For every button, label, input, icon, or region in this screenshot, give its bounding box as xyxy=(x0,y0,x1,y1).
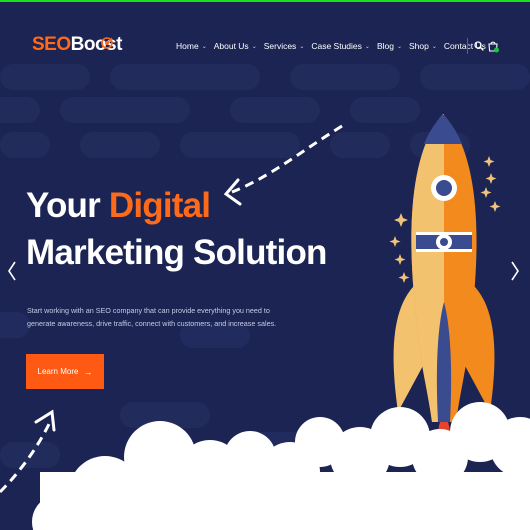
chevron-down-icon: ⌄ xyxy=(251,43,257,50)
chevron-down-icon: ⌄ xyxy=(431,43,437,50)
search-icon[interactable] xyxy=(474,41,484,51)
hero-title-word: Your xyxy=(26,186,101,225)
chevron-down-icon: ⌄ xyxy=(364,43,370,50)
chevron-down-icon: ⌄ xyxy=(396,43,402,50)
cloud-illustration xyxy=(32,402,530,530)
chevron-right-icon[interactable] xyxy=(509,260,521,282)
hero-title-accent: Digital xyxy=(108,186,211,225)
nav-item-about-us[interactable]: About Us ⌄ xyxy=(214,41,257,51)
nav-divider xyxy=(467,38,468,54)
nav-item-shop[interactable]: Shop ⌄ xyxy=(409,41,437,51)
hero-title-line-1: Your Digital xyxy=(26,182,327,229)
nav-item-blog[interactable]: Blog ⌄ xyxy=(377,41,402,51)
main-nav: Home ⌄ About Us ⌄ Services ⌄ Case Studie… xyxy=(176,41,486,51)
rocket-illustration xyxy=(393,114,495,452)
hero-section: SEOBoost Home ⌄ About Us ⌄ Services ⌄ Ca… xyxy=(0,2,530,530)
chevron-left-icon[interactable] xyxy=(6,260,18,282)
nav-item-label: Case Studies xyxy=(311,41,362,51)
brand-name-seo: SEO xyxy=(32,34,71,55)
logo-target-icon xyxy=(101,37,113,49)
learn-more-button[interactable]: Learn More → xyxy=(26,354,104,389)
hero-title-line-2: Marketing Solution xyxy=(26,233,327,272)
learn-more-label: Learn More xyxy=(37,367,79,376)
nav-item-label: About Us xyxy=(213,41,249,51)
chevron-down-icon: ⌄ xyxy=(201,43,207,50)
nav-item-case-studies[interactable]: Case Studies ⌄ xyxy=(311,41,370,51)
nav-item-label: Home xyxy=(176,41,199,51)
nav-item-label: Services xyxy=(263,41,297,51)
nav-item-services[interactable]: Services ⌄ xyxy=(264,41,305,51)
site-header: SEOBoost Home ⌄ About Us ⌄ Services ⌄ Ca… xyxy=(0,2,530,62)
arrow-right-icon: → xyxy=(83,366,93,377)
chevron-down-icon: ⌄ xyxy=(299,43,305,50)
hero-title: Your Digital Marketing Solution xyxy=(26,182,327,276)
nav-item-home[interactable]: Home ⌄ xyxy=(176,41,207,51)
hero-description: Start working with an SEO company that c… xyxy=(27,306,277,329)
cart-icon[interactable] xyxy=(487,39,499,53)
brand-name-boost: Boost xyxy=(70,34,123,55)
nav-item-label: Shop xyxy=(408,41,429,51)
nav-item-label: Blog xyxy=(376,41,394,51)
